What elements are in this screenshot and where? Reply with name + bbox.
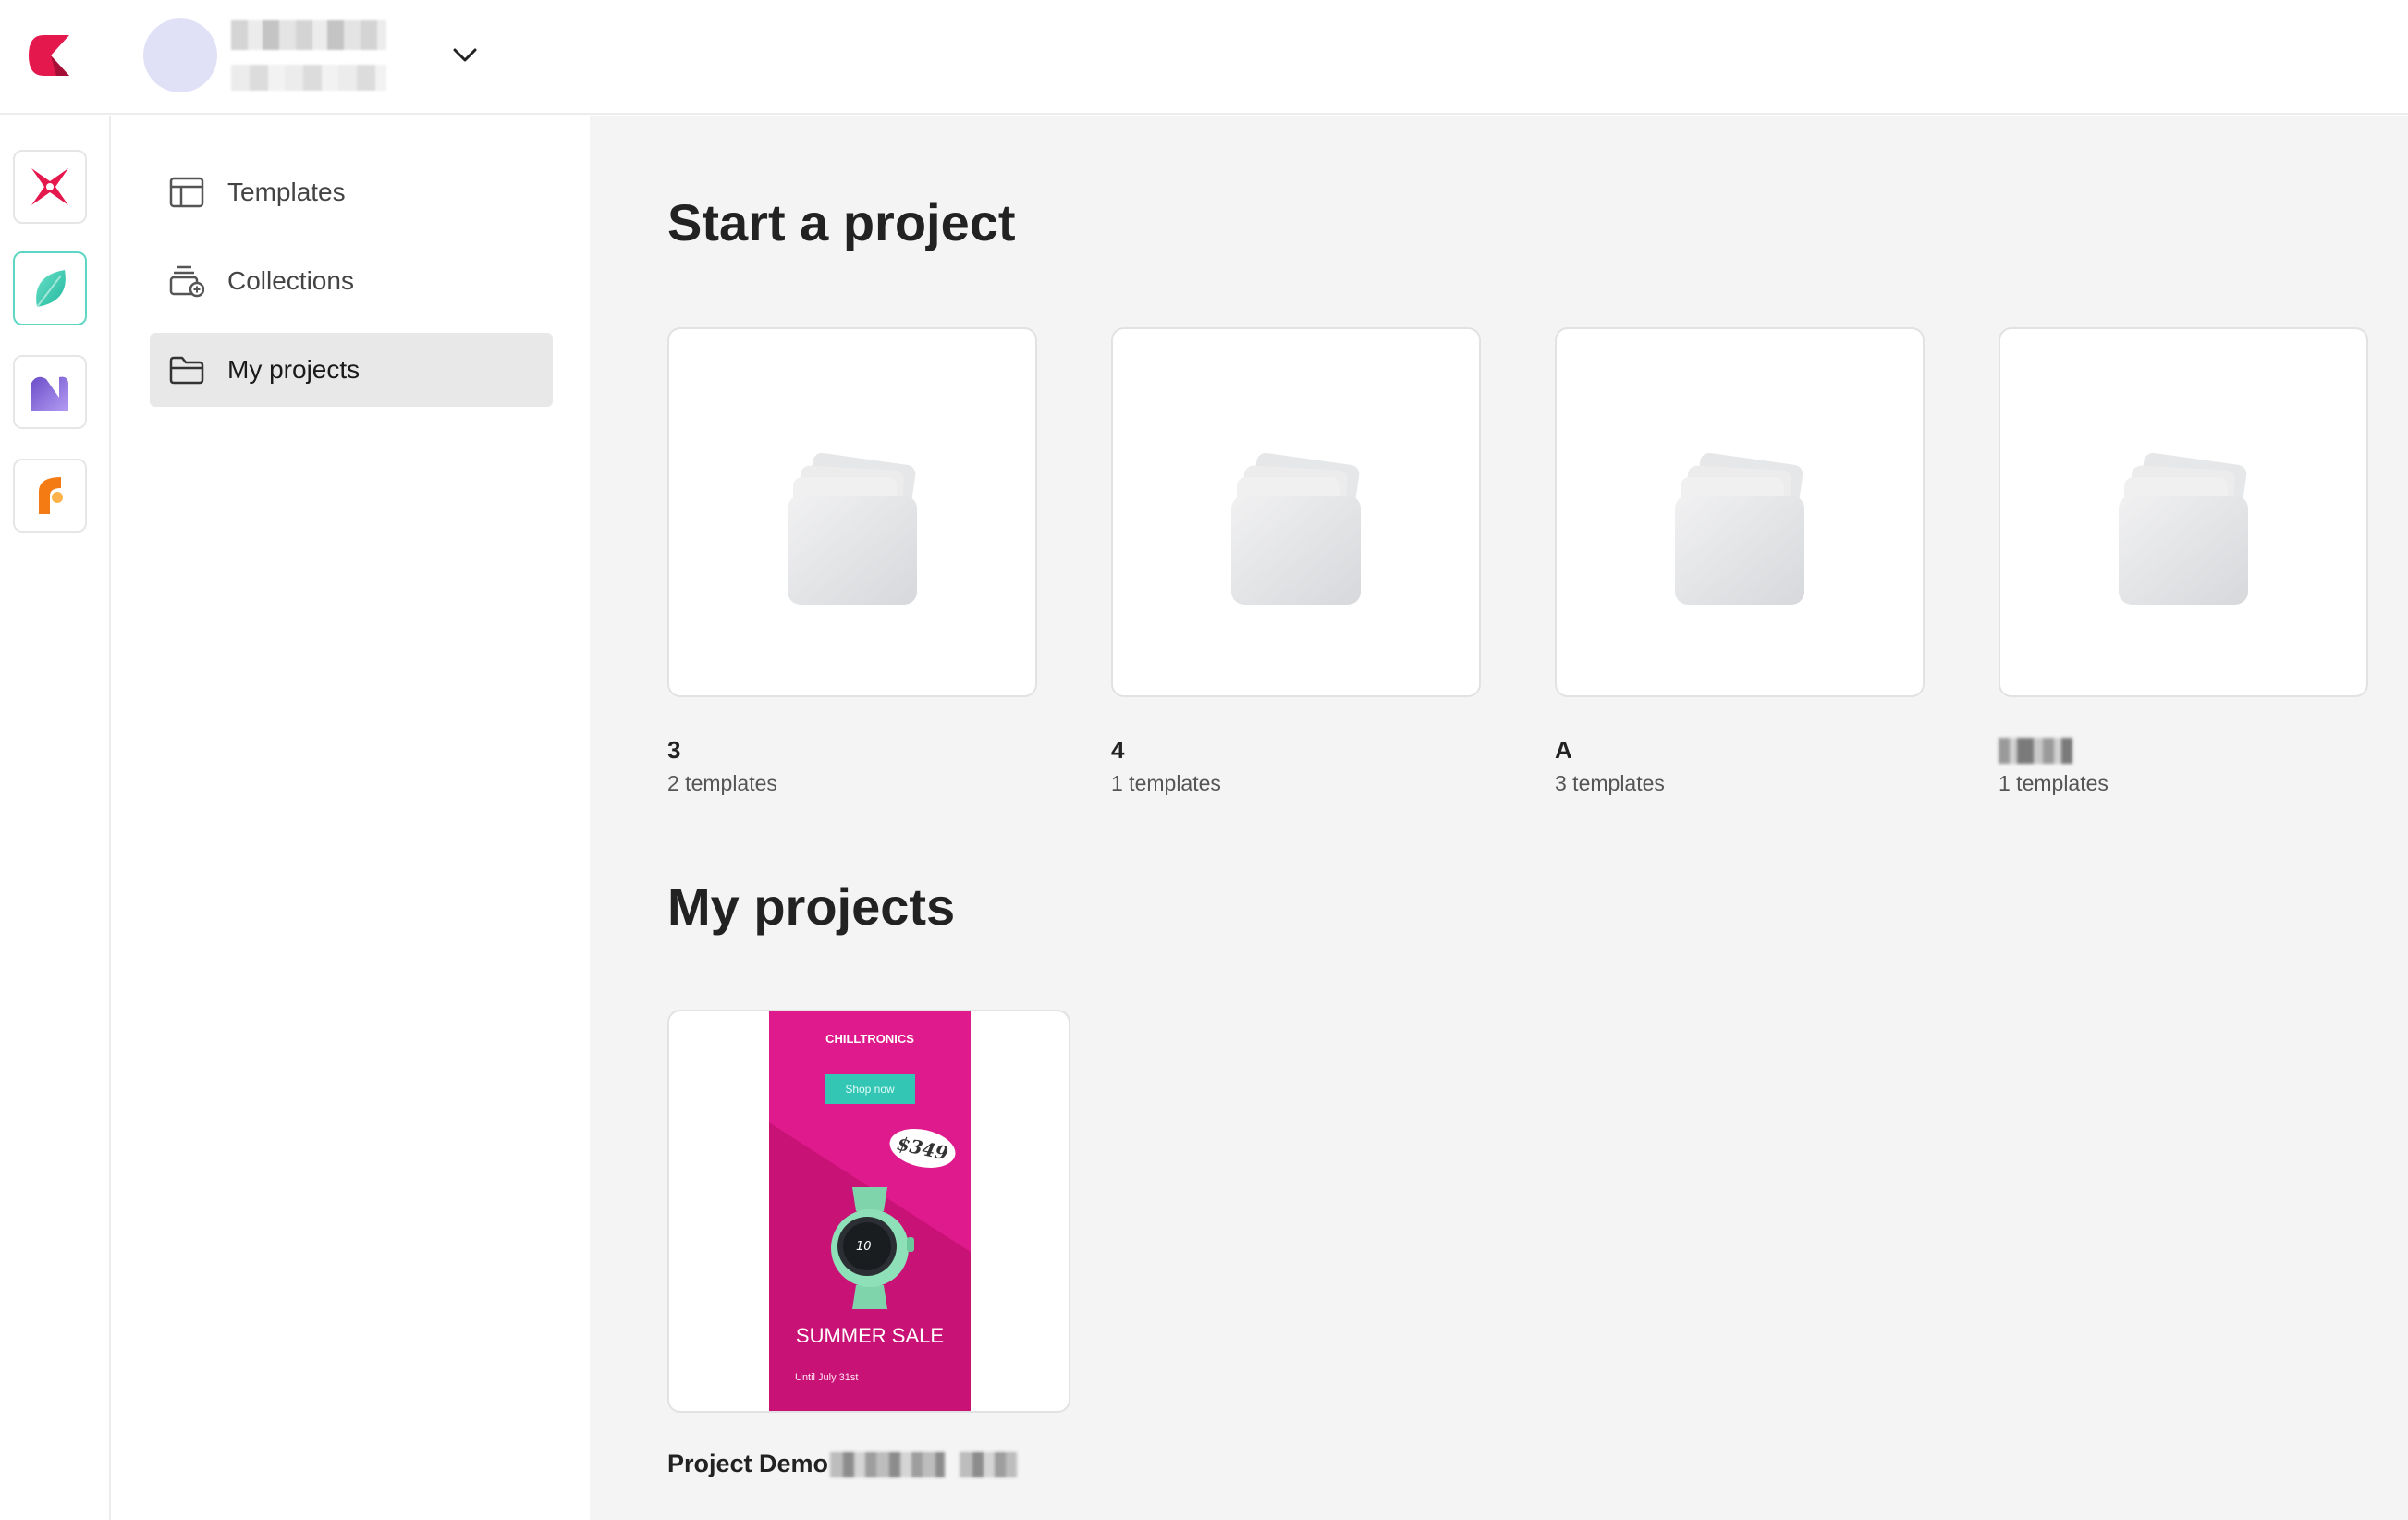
template-name[interactable]: A xyxy=(1555,736,1572,765)
template-collection-card[interactable] xyxy=(1555,327,1925,697)
folder-icon xyxy=(168,351,205,388)
template-name[interactable]: 4 xyxy=(1111,736,1124,765)
account-email-redacted xyxy=(231,65,386,91)
project-name[interactable]: Project Demo xyxy=(667,1450,1018,1478)
collection-stack-icon xyxy=(1231,452,1361,605)
avatar xyxy=(143,18,217,92)
account-name xyxy=(231,20,386,91)
template-collection-card[interactable] xyxy=(1111,327,1481,697)
template-icon xyxy=(168,174,205,211)
project-card[interactable]: CHILLTRONICS Shop now $349 10 SUMMER SAL… xyxy=(667,1010,1070,1413)
f-app-icon xyxy=(39,477,63,514)
template-name[interactable]: 3 xyxy=(667,736,680,765)
template-count: 1 templates xyxy=(1111,771,1221,795)
collection-stack-icon xyxy=(788,452,917,605)
collections-icon xyxy=(168,263,205,300)
start-project-title: Start a project xyxy=(667,193,1016,251)
my-projects-title: My projects xyxy=(667,877,956,936)
app-switch-2[interactable] xyxy=(13,251,87,325)
sidebar-item-label: Collections xyxy=(227,266,354,295)
chevron-down-icon[interactable] xyxy=(449,40,481,71)
sidebar-item-label: Templates xyxy=(227,178,346,206)
account-switcher[interactable] xyxy=(143,18,481,92)
sidebar: Templates Collections My projects xyxy=(111,116,590,1520)
watch-image: 10 xyxy=(831,1187,914,1309)
app-switch-4[interactable] xyxy=(13,459,87,533)
main-content: Start a project 3 2 templates 4 1 templa… xyxy=(590,116,2408,1520)
app-logo-icon[interactable] xyxy=(23,28,79,83)
template-name-redacted[interactable] xyxy=(1999,738,2072,764)
project-name-label: Project Demo xyxy=(667,1450,829,1477)
watch-display: 10 xyxy=(856,1240,872,1254)
template-count: 2 templates xyxy=(667,771,777,795)
sidebar-item-templates[interactable]: Templates xyxy=(150,155,553,229)
template-collection-card[interactable] xyxy=(1999,327,2368,697)
collection-stack-icon xyxy=(1675,452,1804,605)
sidebar-item-my-projects[interactable]: My projects xyxy=(150,333,553,407)
account-name-redacted xyxy=(231,20,386,50)
project-thumbnail: CHILLTRONICS Shop now $349 10 SUMMER SAL… xyxy=(769,1011,971,1411)
wave-app-icon xyxy=(31,376,68,411)
project-name-redacted xyxy=(830,1451,946,1477)
spark-app-icon xyxy=(31,168,68,205)
template-count: 3 templates xyxy=(1555,771,1665,795)
thumbnail-subline: Until July 31st xyxy=(795,1372,859,1383)
template-count: 1 templates xyxy=(1999,771,2109,795)
project-name-redacted xyxy=(960,1451,1018,1477)
top-bar xyxy=(0,0,2408,115)
sidebar-item-collections[interactable]: Collections xyxy=(150,244,553,318)
leaf-app-icon xyxy=(36,270,66,308)
thumbnail-headline: SUMMER SALE xyxy=(795,1324,945,1347)
thumbnail-shop-button: Shop now xyxy=(825,1074,915,1104)
collection-stack-icon xyxy=(2119,452,2248,605)
app-switch-3[interactable] xyxy=(13,355,87,429)
template-collection-card[interactable] xyxy=(667,327,1037,697)
thumbnail-brand: CHILLTRONICS xyxy=(825,1032,914,1046)
app-switch-1[interactable] xyxy=(13,150,87,224)
app-switcher-rail xyxy=(0,116,111,1520)
sidebar-item-label: My projects xyxy=(227,355,361,384)
